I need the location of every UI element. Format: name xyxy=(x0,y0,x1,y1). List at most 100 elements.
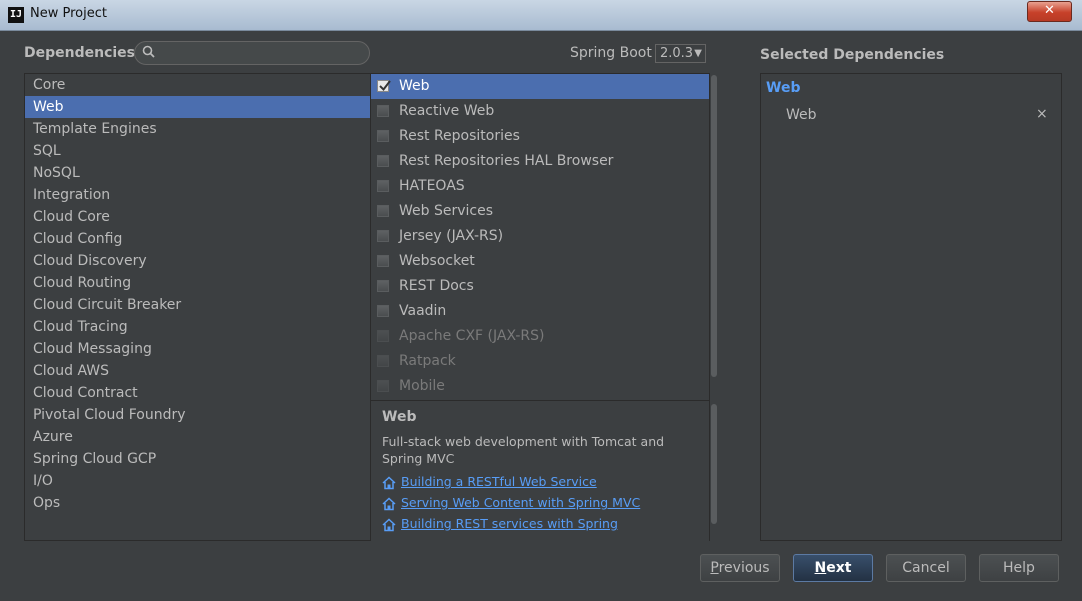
category-item[interactable]: Cloud Discovery xyxy=(25,250,370,272)
dependency-item[interactable]: REST Docs xyxy=(371,274,709,299)
description-text: Full-stack web development with Tomcat a… xyxy=(382,434,665,466)
dependency-label: Apache CXF (JAX-RS) xyxy=(399,328,545,344)
category-item[interactable]: Cloud Routing xyxy=(25,272,370,294)
dependency-item[interactable]: Reactive Web xyxy=(371,99,709,124)
window-title: New Project xyxy=(30,6,107,21)
new-project-dialog: IJ New Project ✕ Dependencies Spring Boo… xyxy=(0,0,1082,601)
description-scroll-thumb[interactable] xyxy=(711,404,717,524)
dependency-checkbox[interactable] xyxy=(377,180,389,192)
category-item[interactable]: Template Engines xyxy=(25,118,370,140)
dependency-list-scroll-thumb[interactable] xyxy=(711,75,717,377)
dependency-checkbox[interactable] xyxy=(377,130,389,142)
dependency-label: Rest Repositories xyxy=(399,128,520,144)
category-item[interactable]: Cloud Contract xyxy=(25,382,370,404)
category-item[interactable]: Cloud Messaging xyxy=(25,338,370,360)
category-item[interactable]: Cloud Circuit Breaker xyxy=(25,294,370,316)
dependency-item[interactable]: Rest Repositories HAL Browser xyxy=(371,149,709,174)
next-button[interactable]: Next xyxy=(793,554,873,582)
category-item[interactable]: Integration xyxy=(25,184,370,206)
category-list: Core Web Template Engines SQL NoSQL Integrati… xyxy=(24,73,371,541)
guide-link-row: Building a RESTful Web Service xyxy=(382,474,597,492)
category-item[interactable]: Core xyxy=(25,74,370,96)
home-icon xyxy=(382,476,396,490)
category-item[interactable]: Spring Cloud GCP xyxy=(25,448,370,470)
guide-link-row: Building REST services with Spring xyxy=(382,516,618,534)
category-item[interactable]: Cloud Config xyxy=(25,228,370,250)
dependency-checkbox[interactable] xyxy=(377,80,391,92)
category-item[interactable]: Cloud Core xyxy=(25,206,370,228)
dependency-checkbox[interactable] xyxy=(377,305,389,317)
dependency-item[interactable]: Jersey (JAX-RS) xyxy=(371,224,709,249)
description-title: Web xyxy=(382,409,417,425)
selected-dependencies-label: Selected Dependencies xyxy=(760,47,945,63)
guide-link[interactable]: Building REST services with Spring xyxy=(401,516,618,531)
category-item[interactable]: Cloud AWS xyxy=(25,360,370,382)
dependency-label: Websocket xyxy=(399,253,475,269)
guide-link[interactable]: Serving Web Content with Spring MVC xyxy=(401,495,640,510)
dependency-checkbox[interactable] xyxy=(377,105,389,117)
dependency-item[interactable]: HATEOAS xyxy=(371,174,709,199)
dependency-label: Mobile xyxy=(399,378,445,394)
spring-boot-version-value: 2.0.3 xyxy=(660,46,694,61)
dependency-checkbox[interactable] xyxy=(377,380,389,392)
dependency-item[interactable]: Ratpack xyxy=(371,349,709,374)
dependency-list: Web Reactive Web Rest Repositories Rest Rep… xyxy=(371,73,709,400)
category-item[interactable]: NoSQL xyxy=(25,162,370,184)
next-mnemonic: N xyxy=(814,560,827,576)
category-item[interactable]: Web xyxy=(25,96,370,118)
title-bar: IJ New Project ✕ xyxy=(0,0,1082,31)
dependency-checkbox[interactable] xyxy=(377,230,389,242)
next-label: ext xyxy=(826,560,852,576)
dependency-description: Web Full-stack web development with Tomc… xyxy=(371,400,709,541)
dependency-checkbox[interactable] xyxy=(377,355,389,367)
previous-mnemonic: P xyxy=(710,560,719,576)
category-item[interactable]: Pivotal Cloud Foundry xyxy=(25,404,370,426)
previous-button[interactable]: Previous xyxy=(700,554,780,582)
guide-link[interactable]: Building a RESTful Web Service xyxy=(401,474,597,489)
dependency-checkbox[interactable] xyxy=(377,255,389,267)
dependency-checkbox[interactable] xyxy=(377,280,389,292)
intellij-app-icon: IJ xyxy=(8,7,24,23)
dependency-label: Web xyxy=(399,78,430,94)
dependency-label: Jersey (JAX-RS) xyxy=(399,228,504,244)
dependency-label: HATEOAS xyxy=(399,178,465,194)
dependency-checkbox[interactable] xyxy=(377,155,389,167)
category-item[interactable]: SQL xyxy=(25,140,370,162)
dependency-checkbox[interactable] xyxy=(377,205,389,217)
chevron-down-icon: ▼ xyxy=(694,48,702,59)
remove-dependency-icon[interactable]: × xyxy=(1036,106,1048,122)
dependency-item[interactable]: Vaadin xyxy=(371,299,709,324)
dependency-label: Ratpack xyxy=(399,353,456,369)
search-input[interactable] xyxy=(159,44,363,64)
guide-link-row: Serving Web Content with Spring MVC xyxy=(382,495,640,513)
dependencies-label: Dependencies xyxy=(24,45,136,61)
dependency-item[interactable]: Web xyxy=(371,74,709,99)
dependency-label: Vaadin xyxy=(399,303,447,319)
category-item[interactable]: Cloud Tracing xyxy=(25,316,370,338)
cancel-button[interactable]: Cancel xyxy=(886,554,966,582)
dependency-item[interactable]: Apache CXF (JAX-RS) xyxy=(371,324,709,349)
help-button[interactable]: Help xyxy=(979,554,1059,582)
home-icon xyxy=(382,518,396,532)
dependency-item[interactable]: Rest Repositories xyxy=(371,124,709,149)
selected-dependency-item: Web xyxy=(786,107,817,123)
home-icon xyxy=(382,497,396,511)
dependency-item[interactable]: Websocket xyxy=(371,249,709,274)
dependency-label: Rest Repositories HAL Browser xyxy=(399,153,614,169)
close-window-button[interactable]: ✕ xyxy=(1027,1,1072,22)
previous-label: revious xyxy=(718,560,770,576)
dependency-label: REST Docs xyxy=(399,278,474,294)
spring-boot-version-select[interactable]: 2.0.3 ▼ xyxy=(655,44,706,63)
category-item[interactable]: Ops xyxy=(25,492,370,514)
selected-dependencies-panel: Web Web × xyxy=(760,73,1062,541)
search-icon xyxy=(142,45,155,58)
dependency-label: Web Services xyxy=(399,203,494,219)
spring-boot-label: Spring Boot xyxy=(570,45,652,61)
dependency-item[interactable]: Mobile xyxy=(371,374,709,399)
dependency-checkbox[interactable] xyxy=(377,330,389,342)
dependency-search[interactable] xyxy=(134,41,370,65)
dependency-label: Reactive Web xyxy=(399,103,495,119)
dependency-item[interactable]: Web Services xyxy=(371,199,709,224)
category-item[interactable]: Azure xyxy=(25,426,370,448)
category-item[interactable]: I/O xyxy=(25,470,370,492)
